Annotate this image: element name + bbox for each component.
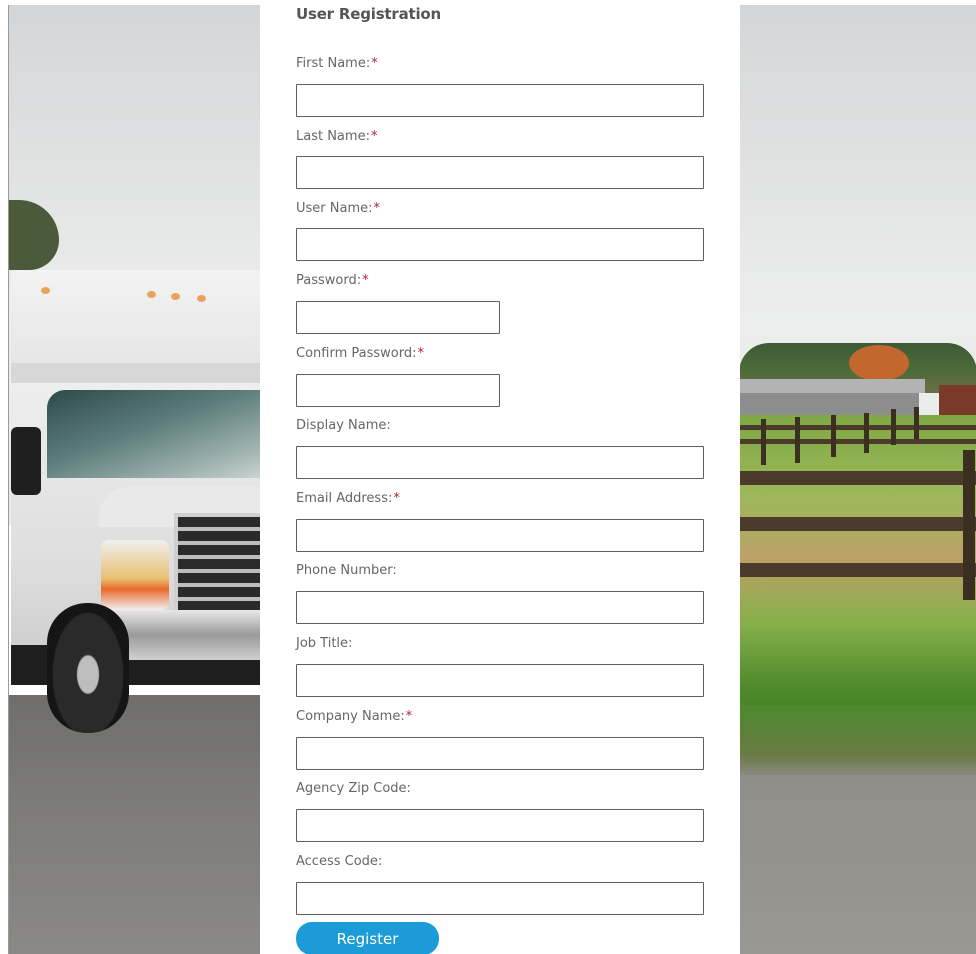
confirm-password-input[interactable] bbox=[296, 374, 500, 407]
email-address-input[interactable] bbox=[296, 519, 704, 552]
truck-tire bbox=[47, 603, 129, 733]
required-marker: * bbox=[370, 129, 378, 144]
required-marker: * bbox=[371, 56, 378, 71]
agency-zip-code-input[interactable] bbox=[296, 809, 704, 842]
confirm-password-label-text: Confirm Password: bbox=[296, 346, 417, 361]
truck-headlight bbox=[101, 540, 169, 610]
required-marker: * bbox=[362, 273, 369, 288]
phone-number-input[interactable] bbox=[296, 591, 704, 624]
truck-mirror bbox=[11, 427, 41, 495]
access-code-label-text: Access Code: bbox=[296, 854, 383, 869]
required-marker: * bbox=[405, 709, 413, 724]
background-autumn-tree bbox=[849, 345, 909, 381]
job-title-label-text: Job Title: bbox=[296, 636, 353, 651]
first-name-label-text: First Name: bbox=[296, 56, 371, 71]
required-marker: * bbox=[417, 346, 424, 361]
register-button[interactable]: Register bbox=[296, 922, 439, 954]
fence-rail bbox=[739, 517, 976, 531]
page-title: User Registration bbox=[296, 5, 442, 23]
user-name-input[interactable] bbox=[296, 228, 704, 261]
required-marker: * bbox=[393, 491, 400, 506]
required-marker: * bbox=[373, 201, 381, 216]
first-name-input[interactable] bbox=[296, 84, 704, 117]
background-red-building bbox=[939, 385, 976, 415]
company-name-label-text: Company Name: bbox=[296, 709, 405, 724]
agency-zip-code-label-text: Agency Zip Code: bbox=[296, 781, 411, 796]
truck-windshield bbox=[47, 390, 261, 478]
fence-post bbox=[963, 450, 975, 600]
confirm-password-label: Confirm Password:* bbox=[296, 346, 424, 361]
fence-rail bbox=[739, 471, 976, 485]
fence-rail bbox=[739, 439, 976, 444]
fence-post bbox=[761, 419, 766, 465]
company-name-input[interactable] bbox=[296, 737, 704, 770]
truck-marker-light bbox=[147, 291, 156, 298]
job-title-input[interactable] bbox=[296, 664, 704, 697]
fence-post bbox=[914, 407, 919, 439]
email-address-label-text: Email Address: bbox=[296, 491, 393, 506]
job-title-label: Job Title: bbox=[296, 636, 352, 651]
truck-marker-light bbox=[197, 295, 206, 302]
password-label: Password:* bbox=[296, 273, 369, 288]
background-grass-edge bbox=[739, 705, 976, 775]
page-frame: User Registration First Name:* Last Name… bbox=[8, 5, 976, 954]
display-name-label: Display Name: bbox=[296, 418, 391, 433]
background-barn-roof bbox=[739, 379, 925, 393]
email-address-label: Email Address:* bbox=[296, 491, 400, 506]
agency-zip-code-label: Agency Zip Code: bbox=[296, 781, 411, 796]
fence-post bbox=[864, 413, 869, 453]
registration-panel: User Registration First Name:* Last Name… bbox=[260, 5, 740, 954]
access-code-label: Access Code: bbox=[296, 854, 382, 869]
access-code-input[interactable] bbox=[296, 882, 704, 915]
password-input[interactable] bbox=[296, 301, 500, 334]
fence-rail bbox=[739, 563, 976, 577]
user-name-label: User Name:* bbox=[296, 201, 380, 216]
last-name-label: Last Name:* bbox=[296, 129, 377, 144]
user-name-label-text: User Name: bbox=[296, 201, 373, 216]
phone-number-label-text: Phone Number: bbox=[296, 563, 397, 578]
display-name-label-text: Display Name: bbox=[296, 418, 391, 433]
fence-rail bbox=[739, 425, 976, 430]
last-name-input[interactable] bbox=[296, 156, 704, 189]
truck-marker-light bbox=[41, 287, 50, 294]
truck-marker-light bbox=[171, 293, 180, 300]
phone-number-label: Phone Number: bbox=[296, 563, 397, 578]
fence-post bbox=[795, 417, 800, 463]
fence-post bbox=[831, 415, 836, 457]
last-name-label-text: Last Name: bbox=[296, 129, 370, 144]
company-name-label: Company Name:* bbox=[296, 709, 412, 724]
display-name-input[interactable] bbox=[296, 446, 704, 479]
first-name-label: First Name:* bbox=[296, 56, 378, 71]
password-label-text: Password: bbox=[296, 273, 362, 288]
fence-post bbox=[891, 409, 896, 445]
truck-grille bbox=[174, 513, 269, 623]
